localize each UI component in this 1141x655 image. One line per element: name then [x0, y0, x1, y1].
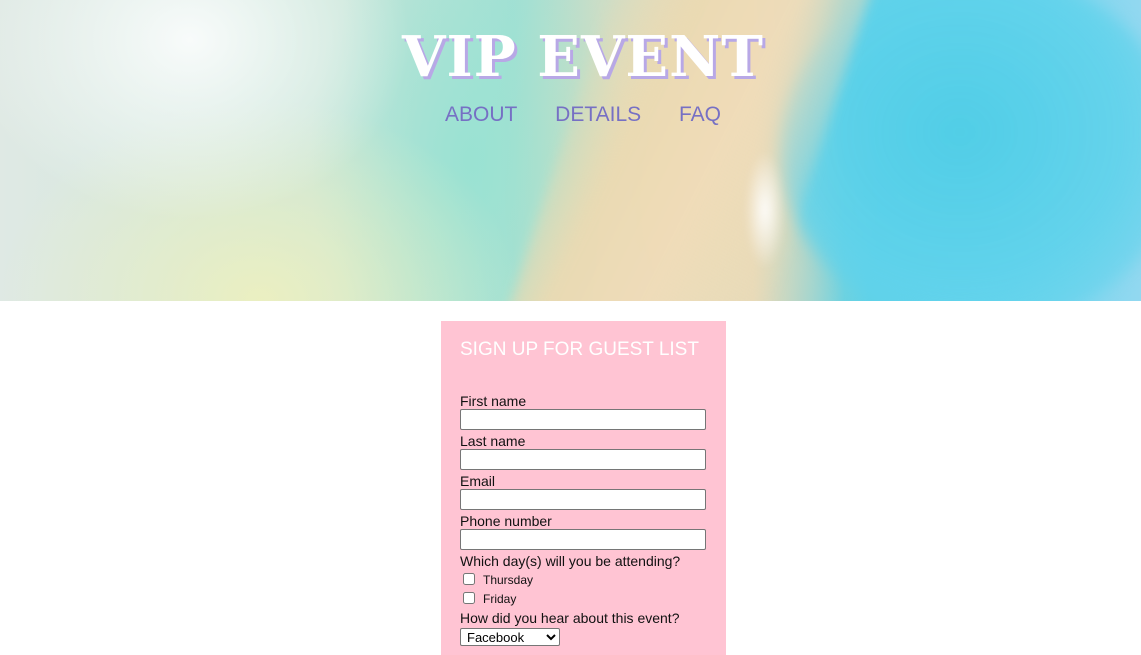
phone-label: Phone number — [460, 513, 552, 529]
nav-faq-link[interactable]: FAQ — [679, 102, 721, 128]
guest-list-form: SIGN UP FOR GUEST LIST First name Last n… — [441, 321, 726, 655]
phone-field-group: Phone number — [460, 513, 707, 550]
last-name-field-group: Last name — [460, 433, 707, 470]
nav-about-link[interactable]: ABOUT — [445, 102, 517, 128]
main-nav: ABOUT DETAILS FAQ — [0, 102, 1141, 128]
source-select[interactable]: Facebook — [460, 628, 560, 646]
friday-checkbox[interactable] — [463, 591, 475, 604]
source-select-wrap: Facebook — [460, 628, 707, 647]
first-name-label: First name — [460, 393, 527, 409]
email-label: Email — [460, 473, 496, 489]
thursday-checkbox[interactable] — [463, 572, 475, 585]
first-name-field-group: First name — [460, 393, 707, 430]
form-title: SIGN UP FOR GUEST LIST — [460, 339, 699, 360]
first-name-input[interactable] — [460, 409, 706, 430]
source-question: How did you hear about this event? — [460, 610, 680, 626]
brand-title: VIP EVENT — [402, 24, 764, 90]
friday-label: Friday — [483, 592, 517, 606]
days-question: Which day(s) will you be attending? — [460, 553, 681, 569]
last-name-label: Last name — [460, 433, 526, 449]
thursday-label: Thursday — [483, 573, 534, 587]
email-field-group: Email — [460, 473, 707, 510]
background-glow — [745, 150, 785, 270]
last-name-input[interactable] — [460, 449, 706, 470]
friday-option[interactable]: Friday — [460, 588, 707, 607]
phone-input[interactable] — [460, 529, 706, 550]
nav-details-link[interactable]: DETAILS — [555, 102, 641, 128]
email-input[interactable] — [460, 489, 706, 510]
form-fields: First name Last name Email Phone number … — [460, 393, 707, 647]
thursday-option[interactable]: Thursday — [460, 569, 707, 588]
